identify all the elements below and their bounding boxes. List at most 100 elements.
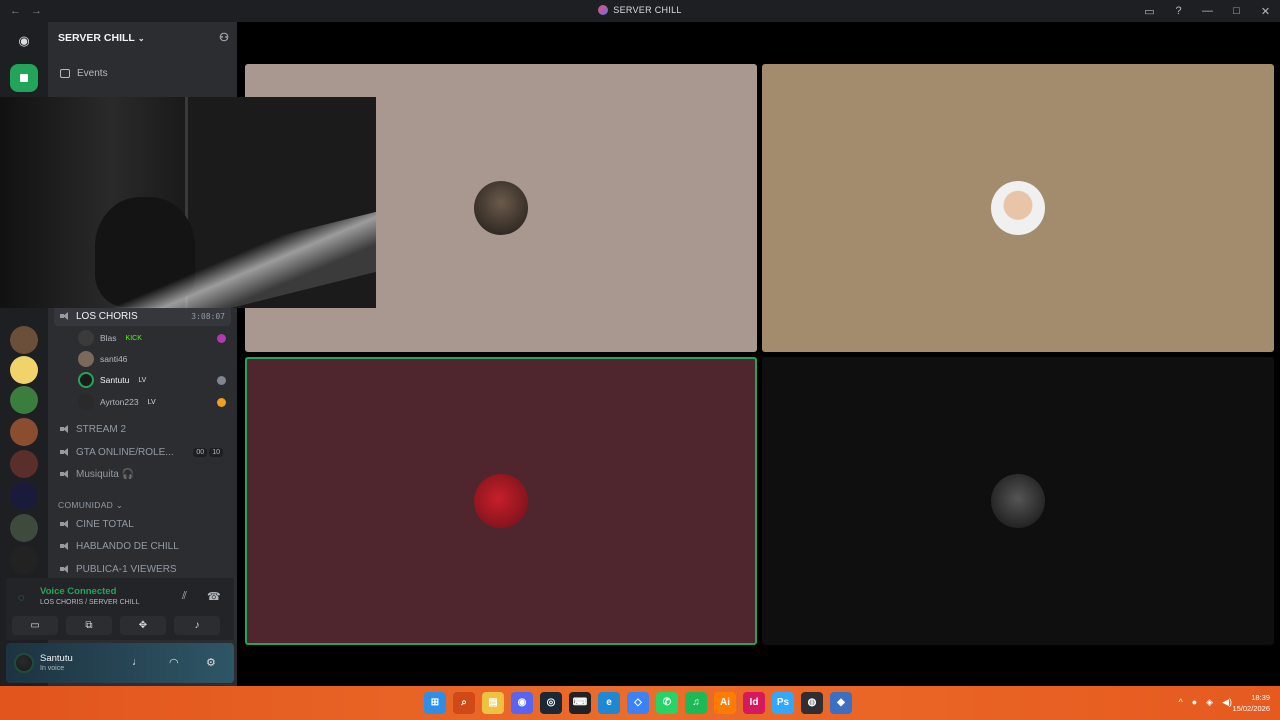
edge-icon[interactable]: e [598,692,620,714]
server-icon[interactable] [10,326,38,354]
illustrator-icon[interactable]: Ai [714,692,736,714]
participant-tile-speaking[interactable] [245,357,757,645]
window-title-text: SERVER CHILL [613,5,682,15]
voice-connected-panel: ◌ Voice Connected LOS CHORIS / SERVER CH… [6,578,234,640]
avatar [474,474,528,528]
speaker-icon [60,447,70,457]
channel-name: CINE TOTAL [76,518,134,530]
indesign-icon[interactable]: Id [743,692,765,714]
avatar[interactable] [14,653,34,673]
voice-stage [237,22,1280,686]
headphones-icon[interactable]: ◠ [169,656,179,669]
volume-icon[interactable]: ◀) [1222,697,1232,708]
events-item[interactable]: Events [54,60,231,86]
member-name: santi46 [100,354,128,364]
channel-timer: 3:08:07 [191,311,225,321]
voice-channel[interactable]: Musiquita 🎧 [54,464,231,484]
noise-suppression-icon[interactable]: ⫽ [182,590,187,603]
activity-icon [217,375,226,385]
microphone-icon[interactable]: ♩ [132,656,143,668]
server-icon[interactable] [10,356,38,384]
photoshop-icon[interactable]: Ps [772,692,794,714]
obs-icon[interactable]: ◍ [801,692,823,714]
start-icon[interactable]: ⊞ [424,692,446,714]
server-icon[interactable] [10,514,38,542]
voice-member[interactable]: Blas KICK [78,328,228,348]
avatar [78,394,94,410]
maximize-button[interactable]: □ [1222,5,1251,17]
chevron-up-icon[interactable]: ^ [1178,697,1182,708]
voice-channel[interactable]: CINE TOTAL [54,514,231,534]
photos-icon[interactable]: ◇ [627,692,649,714]
participant-tile[interactable] [762,357,1274,645]
camera-preview[interactable] [0,97,376,308]
server-header[interactable]: SERVER CHILL ⌄ ⚇ [48,22,237,54]
channel-name: STREAM 2 [76,423,127,435]
voice-channel[interactable]: HABLANDO DE CHILL [54,536,231,556]
disconnect-icon[interactable]: ☎ [207,590,221,603]
folder-icon[interactable]: ▤ [482,692,504,714]
speaker-icon [60,519,70,529]
voice-member[interactable]: Santutu LV [78,370,228,390]
member-tag: LV [138,376,147,384]
server-icon[interactable] [10,386,38,414]
channel-name: Musiquita 🎧 [76,468,135,480]
signal-icon: ◌ [18,592,25,604]
speaker-icon [60,424,70,434]
member-tag: LV [147,398,156,406]
clock[interactable]: 18:39 15/02/2026 [1232,692,1270,714]
user-count-badge: 00 [193,447,208,457]
channel-name: HABLANDO DE CHILL [76,540,179,552]
voice-channel[interactable]: STREAM 2 [54,419,231,439]
taskbar: ⊞ ⌕ ▤ ◉ ◎ ⌨ e ◇ ✆ ♫ Ai Id Ps ◍ ◆ ^ ● ◈ ◀) 18:39 15/02/… [0,686,1280,720]
help-icon[interactable]: ? [1164,5,1193,17]
voice-channel[interactable]: GTA ONLINE/ROLE... 00 10 [54,442,231,462]
whatsapp-icon[interactable]: ✆ [656,692,678,714]
speaker-icon [60,469,70,479]
member-name: Ayrton223 [100,397,139,407]
close-button[interactable]: ✕ [1251,5,1280,18]
activities-button[interactable]: ✥ [120,616,166,635]
spotify-icon[interactable]: ♫ [685,692,707,714]
invite-icon[interactable]: ⚇ [219,31,229,44]
server-icon-green[interactable] [10,64,38,92]
username[interactable]: Santutu [40,653,73,664]
voice-channel[interactable]: PUBLICA-1 VIEWERS [54,559,231,579]
network-icon[interactable]: ◈ [1206,697,1213,708]
screen-share-button[interactable]: ⧉ [66,616,112,635]
voice-location[interactable]: LOS CHORIS / SERVER CHILL [40,599,139,606]
tray-app-icon[interactable]: ● [1192,697,1197,708]
voice-member[interactable]: santi46 [78,349,228,369]
soundboard-button[interactable]: ♪ [174,616,220,635]
server-icon[interactable] [10,450,38,478]
system-tray: ^ ● ◈ ◀) [1178,697,1232,708]
voice-channel-los-choris[interactable]: LOS CHORIS 3:08:07 [54,306,231,326]
server-icon[interactable] [10,482,38,510]
camera-button[interactable]: ▭ [12,616,58,635]
clock-time: 18:39 [1251,693,1270,702]
clock-date: 15/02/2026 [1232,704,1270,713]
server-name: SERVER CHILL [58,32,135,44]
server-icon[interactable] [10,418,38,446]
voice-member[interactable]: Ayrton223 LV [78,392,228,412]
steam-icon[interactable]: ◎ [540,692,562,714]
calendar-icon [60,68,70,78]
server-icon [598,5,609,15]
speaker-icon [60,311,70,321]
minimize-button[interactable]: — [1193,5,1222,17]
terminal-icon[interactable]: ⌨ [569,692,591,714]
inbox-icon[interactable]: ▭ [1135,5,1164,18]
vscode-icon[interactable]: ◆ [830,692,852,714]
avatar [78,330,94,346]
settings-icon[interactable]: ⚙ [206,656,216,669]
discord-icon[interactable]: ◉ [511,692,533,714]
discord-home-icon[interactable]: ◉ [10,27,38,55]
channel-name: LOS CHORIS [76,310,138,322]
participant-tile[interactable] [762,64,1274,352]
search-icon[interactable]: ⌕ [453,692,475,714]
server-icon[interactable] [10,546,38,574]
category-header[interactable]: COMUNIDAD ⌄ [58,500,123,511]
member-name: Blas [100,333,117,343]
voice-status: Voice Connected [40,586,117,597]
member-name: Santutu [100,375,130,385]
